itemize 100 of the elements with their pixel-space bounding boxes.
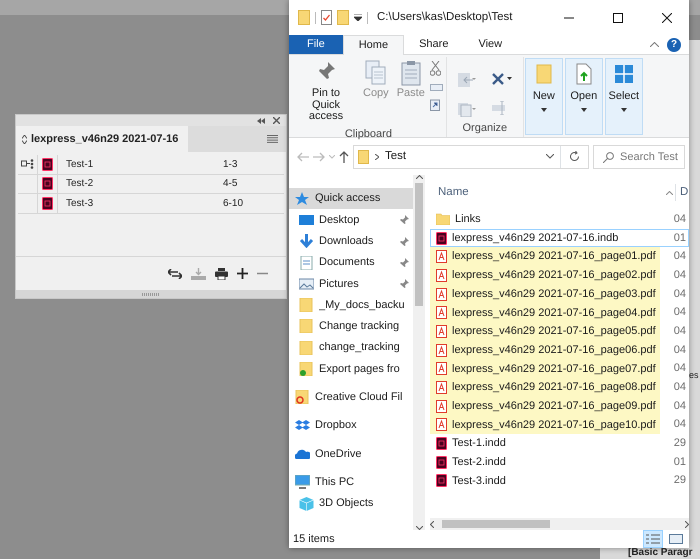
scroll-thumb[interactable] — [442, 520, 550, 528]
ribbon-button[interactable]: Open — [564, 58, 603, 135]
file-row[interactable]: lexpress_v46n29 2021-07-16_page01.pdf 04 — [430, 247, 689, 266]
scrollbar[interactable] — [413, 175, 425, 530]
file-name[interactable]: lexpress_v46n29 2021-07-16_page08.pdf — [430, 378, 660, 397]
file-row[interactable]: lexpress_v46n29 2021-07-16_page08.pdf 04 — [430, 378, 689, 397]
computer-icon — [295, 475, 310, 490]
ribbon-tab[interactable]: Home — [342, 35, 404, 55]
folder-icon — [299, 340, 314, 355]
nav-item[interactable]: 3D Objects — [289, 492, 413, 514]
indesign-file-icon — [42, 158, 53, 171]
search-icon — [603, 152, 614, 162]
refresh-icon[interactable] — [569, 151, 580, 162]
file-row[interactable]: lexpress_v46n29 2021-07-16_page07.pdf 04 — [430, 360, 689, 378]
file-row[interactable]: lexpress_v46n29 2021-07-16_page09.pdf 04 — [430, 396, 689, 416]
file-row[interactable]: lexpress_v46n29 2021-07-16_page04.pdf 04 — [430, 303, 689, 322]
nav-item[interactable]: Dropbox — [289, 414, 413, 436]
properties-icon[interactable] — [321, 10, 332, 25]
delete-icon[interactable] — [492, 73, 512, 85]
scrollbar[interactable] — [430, 518, 689, 530]
nav-item[interactable]: This PC — [289, 472, 413, 493]
pdf-file-icon — [436, 362, 447, 376]
folder-icon — [299, 362, 314, 376]
scroll-down-icon — [416, 526, 422, 530]
status-text: 15 items — [293, 532, 335, 547]
search-field[interactable]: Search Test — [593, 144, 685, 168]
file-name[interactable]: lexpress_v46n29 2021-07-16_page02.pdf — [430, 266, 660, 285]
file-row[interactable]: lexpress_v46n29 2021-07-16_page05.pdf 04 — [430, 322, 689, 341]
file-name[interactable]: lexpress_v46n29 2021-07-16_page01.pdf — [430, 247, 660, 266]
collapse-ribbon-icon[interactable] — [650, 42, 659, 47]
nav-item[interactable]: Documents — [289, 252, 413, 274]
nav-item[interactable]: Export pages fro — [289, 358, 413, 380]
ribbon-tab[interactable]: View — [463, 35, 518, 54]
scroll-thumb[interactable] — [415, 183, 423, 306]
file-name[interactable]: lexpress_v46n29 2021-07-16_page05.pdf — [430, 322, 660, 341]
nav-item[interactable]: change_tracking — [289, 337, 413, 358]
view-button[interactable] — [643, 530, 663, 548]
menu-icon[interactable] — [267, 135, 278, 143]
address-bar[interactable]: Test — [353, 144, 589, 168]
document-name[interactable]: Test-1 — [58, 156, 223, 172]
indesign-file-icon — [436, 232, 447, 245]
nav-item[interactable]: Downloads — [289, 230, 413, 252]
file-name[interactable]: Test-2.indd — [430, 452, 642, 472]
file-name[interactable]: Test-1.indd — [430, 434, 642, 453]
file-row[interactable]: lexpress_v46n29 2021-07-16_page06.pdf 04 — [430, 340, 689, 360]
collapse-icon[interactable] — [257, 118, 265, 124]
nav-item[interactable]: _My_docs_backu — [289, 294, 413, 316]
file-date: 04 — [674, 214, 686, 225]
file-row[interactable]: lexpress_v46n29 2021-07-16_page03.pdf 04 — [430, 284, 689, 304]
file-date: 04 — [674, 382, 686, 394]
pdf-file-icon — [436, 288, 447, 301]
file-name[interactable]: lexpress_v46n29 2021-07-16_page10.pdf — [430, 416, 660, 434]
nav-item[interactable]: Pictures — [289, 273, 413, 294]
nav-item[interactable]: Change tracking — [289, 316, 413, 338]
cut-icon[interactable] — [430, 61, 441, 76]
file-row[interactable]: lexpress_v46n29 2021-07-16.indb 01 — [430, 228, 689, 248]
file-row[interactable]: lexpress_v46n29 2021-07-16_page10.pdf 04 — [430, 416, 689, 434]
move-to-icon[interactable] — [458, 73, 476, 87]
file-row[interactable]: Test-2.indd 01 — [430, 452, 689, 472]
grip-icon[interactable] — [142, 292, 160, 296]
scroll-up-icon — [416, 175, 422, 179]
file-name[interactable]: lexpress_v46n29 2021-07-16_page06.pdf — [430, 340, 660, 360]
ribbon-tab[interactable]: File — [289, 35, 343, 54]
document-name[interactable]: Test-3 — [58, 196, 223, 211]
paste-shortcut-icon[interactable] — [430, 99, 440, 111]
file-name[interactable]: lexpress_v46n29 2021-07-16_page09.pdf — [430, 396, 660, 416]
sync-icon[interactable] — [168, 268, 182, 278]
file-date: 01 — [674, 456, 686, 468]
nav-item[interactable]: Quick access — [289, 188, 413, 210]
file-name[interactable]: lexpress_v46n29 2021-07-16.indb — [430, 228, 642, 248]
column-header[interactable]: Name — [430, 184, 666, 202]
folder-icon — [358, 150, 369, 164]
maximize-icon[interactable] — [613, 12, 623, 22]
up-icon[interactable] — [339, 150, 349, 162]
add-icon[interactable] — [237, 268, 248, 279]
ribbon-tab[interactable]: Share — [404, 35, 464, 54]
help-button[interactable]: ? — [667, 38, 681, 52]
dropdown-icon[interactable] — [354, 14, 362, 21]
ribbon-button[interactable]: New — [524, 58, 563, 135]
file-name[interactable]: Test-3.indd — [430, 472, 642, 490]
ribbon-button[interactable]: Pin to Quick access — [294, 57, 358, 126]
file-row[interactable]: Links 04 — [430, 210, 689, 229]
nav-item[interactable]: OneDrive — [289, 443, 413, 465]
book-tab[interactable]: lexpress_v46n29 2021-07-16 — [16, 126, 188, 152]
file-row[interactable]: Test-1.indd 29 — [430, 434, 689, 453]
document-name[interactable]: Test-2 — [58, 176, 223, 192]
sort-icon — [666, 190, 673, 194]
column-header[interactable]: D — [675, 184, 689, 202]
close-icon[interactable] — [662, 12, 672, 22]
file-name[interactable]: lexpress_v46n29 2021-07-16_page07.pdf — [430, 360, 660, 378]
file-row[interactable]: lexpress_v46n29 2021-07-16_page02.pdf 04 — [430, 266, 689, 285]
file-row[interactable]: Test-3.indd 29 — [430, 472, 689, 490]
file-name[interactable]: lexpress_v46n29 2021-07-16_page03.pdf — [430, 284, 660, 304]
ribbon-button[interactable]: Select — [604, 58, 643, 135]
nav-item[interactable]: Creative Cloud Fil — [289, 386, 413, 408]
file-name[interactable]: lexpress_v46n29 2021-07-16_page04.pdf — [430, 303, 660, 322]
nav-item[interactable]: Desktop — [289, 209, 413, 231]
print-icon[interactable] — [215, 268, 228, 280]
file-name[interactable]: Links — [430, 210, 642, 229]
window-title: C:\Users\kas\Desktop\Test — [377, 10, 514, 25]
